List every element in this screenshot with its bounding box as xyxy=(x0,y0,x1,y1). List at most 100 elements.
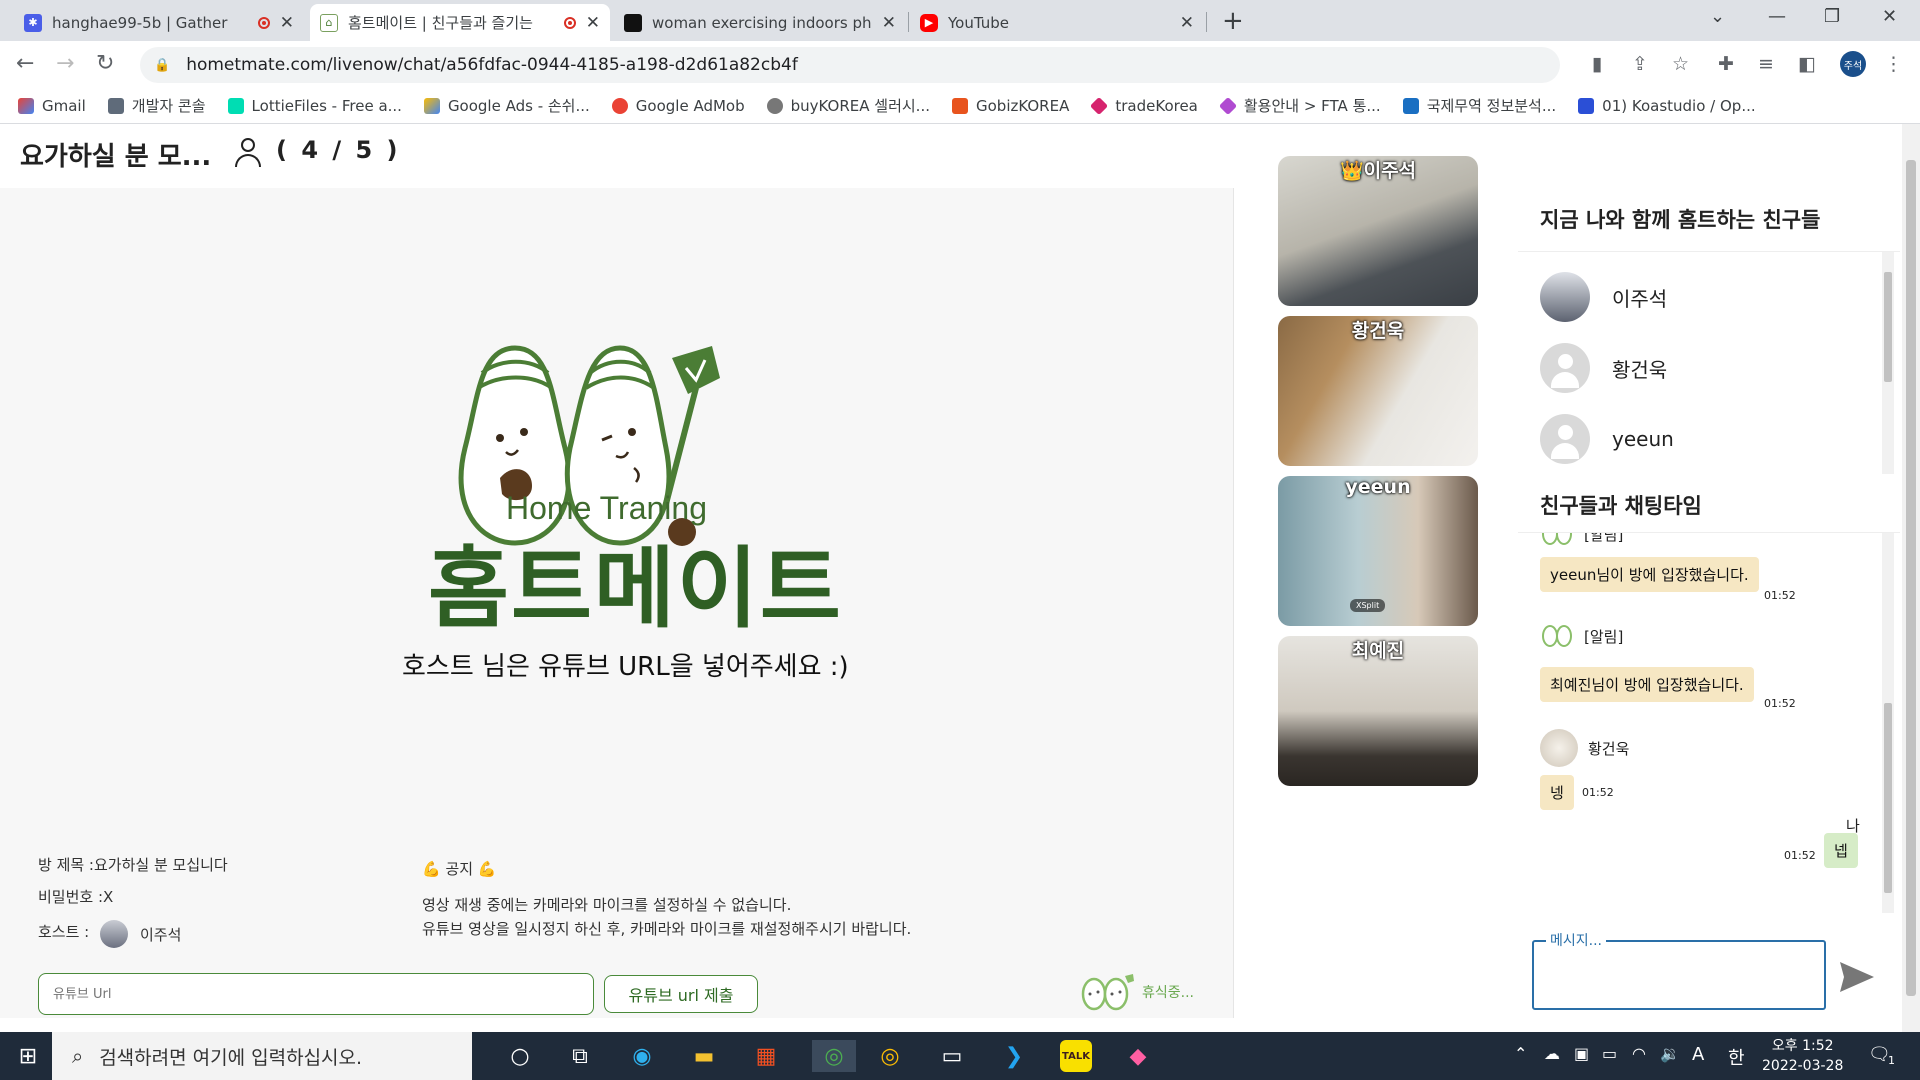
close-tab-icon[interactable]: ✕ xyxy=(280,13,294,33)
tab-title: YouTube xyxy=(948,13,1009,32)
volume-icon[interactable]: 🔉 xyxy=(1660,1044,1680,1063)
chrome-icon[interactable]: ◎ xyxy=(874,1040,906,1072)
menu-kebab-icon[interactable]: ⋮ xyxy=(1884,53,1903,75)
video-tile[interactable]: 최예진 xyxy=(1278,636,1478,786)
play-console-icon xyxy=(107,97,124,114)
google-ads-icon xyxy=(423,97,440,114)
wifi-icon[interactable]: ◠ xyxy=(1632,1044,1646,1063)
onedrive-icon[interactable]: ☁ xyxy=(1544,1044,1560,1063)
notification-count: 1 xyxy=(1888,1054,1895,1067)
tab-youtube[interactable]: ▶ YouTube ✕ xyxy=(910,4,1204,41)
page-scrollbar[interactable] xyxy=(1902,124,1920,1032)
cortana-icon[interactable]: ○ xyxy=(504,1040,536,1072)
close-window-button[interactable]: ✕ xyxy=(1882,6,1897,27)
maximize-button[interactable]: ❐ xyxy=(1824,6,1840,27)
host-avatar xyxy=(100,920,128,948)
submit-url-button[interactable]: 유튜브 url 제출 xyxy=(604,975,758,1013)
bookmark-gmail[interactable]: Gmail xyxy=(18,97,86,115)
tab-search-chevron-icon[interactable]: ⌄ xyxy=(1710,6,1725,27)
media-control-icon[interactable]: ≡ xyxy=(1758,53,1774,75)
browser-toolbar: ← → ↻ 🔒 hometmate.com/livenow/chat/a56fd… xyxy=(0,41,1920,88)
forward-button[interactable]: → xyxy=(56,51,74,76)
friend-name: 황건욱 xyxy=(1612,357,1668,382)
bookmark-admob[interactable]: Google AdMob xyxy=(611,97,745,115)
search-icon: ⌕ xyxy=(72,1044,84,1068)
side-panel-icon[interactable]: ◧ xyxy=(1798,53,1816,75)
ime-indicator[interactable]: 한 xyxy=(1728,1044,1745,1070)
list-item[interactable]: yeeun xyxy=(1540,414,1674,464)
video-tile[interactable]: yeeun XSplit xyxy=(1278,476,1478,626)
notice-title: 💪 공지 💪 xyxy=(422,860,497,878)
send-icon[interactable] xyxy=(1838,960,1876,994)
new-tab-button[interactable]: + xyxy=(1222,6,1244,36)
message-input[interactable] xyxy=(1532,940,1826,1010)
bookmark-fta[interactable]: 활용안내 > FTA 통... xyxy=(1218,95,1381,116)
address-bar[interactable]: 🔒 hometmate.com/livenow/chat/a56fdfac-09… xyxy=(140,47,1560,83)
chat-sender-row: [알림] xyxy=(1540,533,1623,547)
default-avatar-icon xyxy=(1540,343,1590,393)
windows-start-icon[interactable]: ⊞ xyxy=(12,1040,44,1072)
back-button[interactable]: ← xyxy=(16,51,34,76)
share-icon[interactable]: ⇪ xyxy=(1632,53,1648,75)
tray-app-icon[interactable]: ▣ xyxy=(1574,1044,1589,1063)
chrome-profile-icon[interactable]: ◎ xyxy=(812,1040,856,1072)
bookmark-koastudio[interactable]: 01) Koastudio / Op... xyxy=(1578,97,1756,115)
taskbar-search[interactable]: ⌕ 검색하려면 여기에 입력하십시오. xyxy=(52,1032,472,1080)
vscode-icon[interactable]: ❯ xyxy=(998,1040,1030,1072)
tab-hometmate[interactable]: ⌂ 홈트메이트 | 친구들과 즐기는 ✕ xyxy=(310,4,610,41)
bookmark-tradekorea[interactable]: tradeKorea xyxy=(1090,96,1198,115)
chat-sender: [알림] xyxy=(1584,627,1624,646)
bookmark-trade-info[interactable]: 국제무역 정보분석... xyxy=(1402,95,1556,116)
close-tab-icon[interactable]: ✕ xyxy=(882,13,896,33)
tab-gather[interactable]: ✱ hanghae99-5b | Gather ✕ xyxy=(14,4,304,41)
video-tile[interactable]: 황건욱 xyxy=(1278,316,1478,466)
system-clock[interactable]: 오후 1:52 2022-03-28 xyxy=(1762,1036,1843,1076)
hometmate-favicon-icon: ⌂ xyxy=(320,13,338,32)
bookmark-dev-console[interactable]: 개발자 콘솔 xyxy=(107,95,206,116)
tab-unsplash[interactable]: woman exercising indoors phot ✕ xyxy=(614,4,906,41)
lottiefiles-icon xyxy=(227,97,244,114)
clock-time: 오후 1:52 xyxy=(1771,1038,1834,1054)
reload-button[interactable]: ↻ xyxy=(96,51,114,76)
search-placeholder: 검색하려면 여기에 입력하십시오. xyxy=(99,1046,363,1069)
extensions-icon[interactable]: ✚ xyxy=(1718,53,1734,75)
close-tab-icon[interactable]: ✕ xyxy=(586,13,600,33)
bookmark-star-icon[interactable]: ☆ xyxy=(1672,53,1689,75)
bookmark-google-ads[interactable]: Google Ads - 손쉬... xyxy=(423,95,590,116)
profile-avatar[interactable]: 주석 xyxy=(1840,51,1866,77)
list-item[interactable]: 황건욱 xyxy=(1540,343,1667,393)
bookmark-buykorea[interactable]: buyKOREA 셀러시... xyxy=(766,95,930,116)
tab-divider xyxy=(908,12,909,32)
bookmark-gobizkorea[interactable]: GobizKOREA xyxy=(952,97,1069,115)
trade-info-icon xyxy=(1402,97,1419,114)
xsplit-badge: XSplit xyxy=(1350,599,1386,612)
terminal-icon[interactable]: ▭ xyxy=(936,1040,968,1072)
globe-icon xyxy=(766,97,783,114)
close-tab-icon[interactable]: ✕ xyxy=(1180,13,1194,33)
camera-icon[interactable]: ▮ xyxy=(1592,53,1602,75)
gobizkorea-icon xyxy=(952,97,968,114)
fta-icon xyxy=(1218,96,1237,115)
youtube-url-input[interactable] xyxy=(38,973,594,1015)
chat-sender-row: [알림] xyxy=(1540,623,1623,649)
tray-chevron-icon[interactable]: ⌃ xyxy=(1514,1044,1527,1063)
list-item[interactable]: 이주석 xyxy=(1540,272,1667,322)
bookmark-lottiefiles[interactable]: LottieFiles - Free a... xyxy=(227,97,402,115)
chat-scrollbar[interactable] xyxy=(1882,533,1894,913)
bookmark-label: GobizKOREA xyxy=(976,96,1070,115)
notice-line-1: 영상 재생 중에는 카메라와 마이크를 설정하실 수 없습니다. xyxy=(422,896,792,914)
youtube-favicon-icon: ▶ xyxy=(920,13,938,32)
task-view-icon[interactable]: ⧉ xyxy=(564,1040,596,1072)
edge-icon[interactable]: ◉ xyxy=(626,1040,658,1072)
file-explorer-icon[interactable]: ▬ xyxy=(688,1040,720,1072)
store-icon[interactable]: ▦ xyxy=(750,1040,782,1072)
battery-icon[interactable]: ▭ xyxy=(1602,1044,1617,1063)
video-tile[interactable]: 👑이주석 xyxy=(1278,156,1478,306)
app-drop-icon[interactable]: ◆ xyxy=(1122,1040,1154,1072)
friends-scrollbar[interactable] xyxy=(1882,252,1894,474)
minimize-button[interactable]: — xyxy=(1768,6,1786,27)
kakaotalk-icon[interactable]: TALK xyxy=(1060,1040,1092,1072)
gmail-icon xyxy=(18,97,34,114)
admob-icon xyxy=(611,97,628,114)
input-language[interactable]: A xyxy=(1692,1044,1704,1065)
